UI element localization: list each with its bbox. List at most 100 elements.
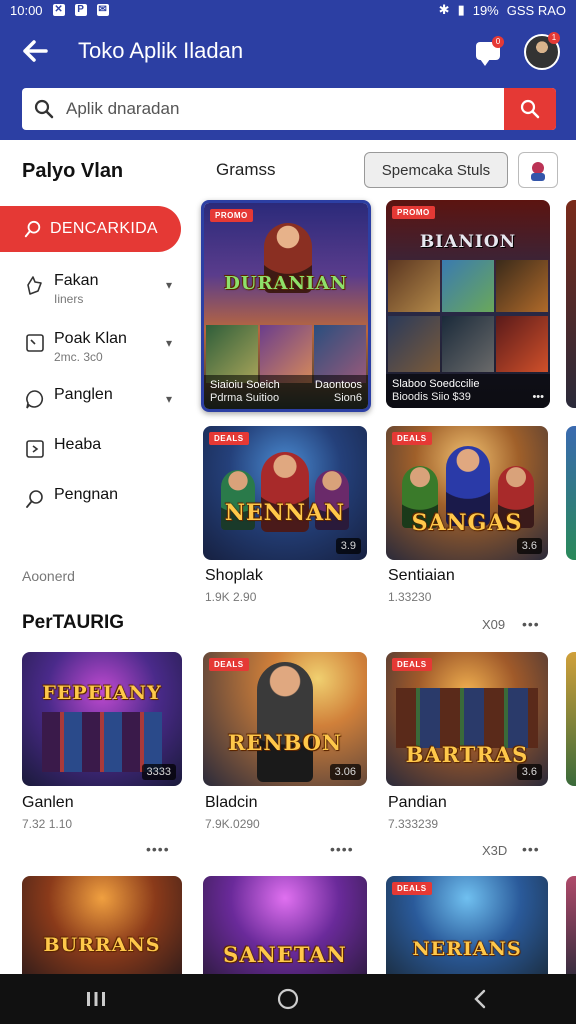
deals-badge: DEALS	[392, 658, 432, 671]
back-button[interactable]	[18, 36, 52, 66]
back-arrow-icon	[23, 40, 48, 62]
game-meta: 7.9K.0290	[205, 817, 260, 831]
game-logo-text: SANETAN	[223, 942, 347, 967]
avatar[interactable]: 1	[524, 32, 560, 70]
game-meta: 1.9K 2.90	[205, 590, 257, 604]
sidebar-item-label: Pengnan	[54, 486, 119, 503]
game-logo-text: SANGAS	[411, 510, 523, 536]
game-logo-text: BIANION	[419, 232, 517, 252]
sidebar-item-poak-klan[interactable]: Poak Klan 2mc. 3c0 ▾	[22, 330, 180, 374]
game-logo-text: RENBON	[227, 730, 343, 755]
rating-badge: 3.6	[516, 764, 542, 780]
sidebar-cta-button[interactable]: DENCARKIDA	[0, 206, 181, 252]
status-right: ✱ ▮ 19% GSS RAO	[439, 2, 566, 18]
game-card[interactable]: DEALS SANGAS 3.6	[386, 426, 548, 560]
sidebar-item-panglen[interactable]: Panglen ▾	[22, 386, 180, 430]
game-card-peek[interactable]	[566, 876, 576, 986]
game-card-peek[interactable]	[566, 426, 576, 560]
rating-badge: 3333	[141, 764, 176, 780]
game-logo-text: BURRANS	[43, 934, 161, 956]
game-logo-text: NENNAN	[224, 500, 346, 526]
filter-chip[interactable]: Spemcaka Stuls	[364, 152, 508, 188]
search-person-icon	[22, 486, 48, 512]
game-card[interactable]: DEALS RENBON 3.06	[203, 652, 367, 786]
search-icon	[22, 88, 66, 130]
featured-card[interactable]: PROMO DURANIAN Siaioiu Soeich Daontoos Pd…	[201, 200, 371, 412]
sidebar-cta-label: DENCARKIDA	[50, 220, 158, 237]
meta-line-2: Pdrma Suitioo	[210, 392, 280, 404]
game-card[interactable]: DEALS NERIANS	[386, 876, 548, 986]
sidebar-item-label: Panglen	[54, 386, 113, 403]
hand-icon	[22, 272, 48, 298]
game-art	[203, 876, 367, 986]
rating-badge: 3.6	[516, 538, 542, 554]
sidebar: Palyo Vlan DENCARKIDA Fakan Iiners ▾ Poak…	[0, 140, 192, 610]
card-extra: X3D	[482, 843, 508, 858]
chat-button[interactable]: 0	[474, 36, 504, 66]
system-nav-bar	[0, 974, 576, 1024]
home-button[interactable]	[258, 979, 318, 1019]
recents-button[interactable]	[66, 979, 126, 1019]
meta-right-2: Sion6	[333, 392, 362, 404]
app-notification-icon: P	[74, 4, 87, 16]
game-logo-text: NERIANS	[412, 938, 522, 960]
game-avatar-icon	[531, 162, 545, 181]
recents-icon	[87, 992, 105, 1006]
game-card[interactable]: DEALS NENNAN 3.9	[203, 426, 367, 560]
filter-row: Gramss Spemcaka Stuls	[192, 152, 576, 192]
document-icon	[22, 330, 48, 356]
promo-badge: PROMO	[210, 209, 253, 222]
game-meta: 7.32 1.10	[22, 817, 73, 831]
status-left: 10:00 ✕ P ✉	[10, 3, 109, 18]
meta-line-1: Siaioiu Soeich	[210, 379, 280, 391]
status-bar: 10:00 ✕ P ✉ ✱ ▮ 19% GSS RAO	[0, 0, 576, 20]
more-options-icon[interactable]: ••••	[330, 841, 354, 857]
more-options-icon[interactable]: •••	[532, 391, 544, 404]
meta-line-1: Slaboo Soedccilie	[392, 378, 480, 390]
game-title: Pandian	[388, 794, 447, 811]
app-root: 10:00 ✕ P ✉ ✱ ▮ 19% GSS RAO Toko Aplik I…	[0, 0, 576, 1024]
deals-badge: DEALS	[392, 432, 432, 445]
game-title: Bladcin	[205, 794, 258, 811]
sidebar-footer: Aoonerd	[22, 568, 75, 584]
game-logo-text: FEPEIANY	[42, 682, 162, 704]
chat-bubble-icon	[22, 386, 48, 412]
game-title: Shoplak	[205, 567, 263, 584]
search-bar	[22, 88, 556, 130]
meta-right-1: Daontoos	[314, 379, 362, 391]
sidebar-item-label: Poak Klan	[54, 330, 127, 347]
featured-card[interactable]: PROMO BIANION Slaboo Soedccilie Bioodis …	[386, 200, 550, 408]
game-meta: 7.333239	[388, 817, 439, 831]
signal-icon: ▮	[457, 2, 465, 17]
more-options-icon[interactable]: •••	[522, 841, 540, 857]
section-more-link[interactable]: X09	[482, 617, 505, 632]
featured-card-peek[interactable]	[566, 200, 576, 408]
sidebar-item-label: Fakan	[54, 272, 99, 289]
deals-badge: DEALS	[392, 882, 432, 895]
tab-games[interactable]: Gramss	[216, 160, 276, 180]
page-title: Toko Aplik Iladan	[78, 38, 244, 63]
sidebar-item-heaba[interactable]: Heaba	[22, 436, 180, 480]
more-options-icon[interactable]: •••	[522, 616, 540, 632]
more-options-icon[interactable]: ••••	[146, 841, 170, 857]
chevron-down-icon: ▾	[165, 392, 172, 406]
chevron-down-icon: ▾	[165, 278, 172, 292]
back-nav-button[interactable]	[450, 979, 510, 1019]
game-card-peek[interactable]	[566, 652, 576, 786]
game-meta: 1.33230	[388, 590, 432, 604]
game-card[interactable]: BURRANS	[22, 876, 182, 986]
sidebar-item-label: Heaba	[54, 436, 102, 453]
game-title: Ganlen	[22, 794, 74, 811]
rating-badge: 3.9	[335, 538, 361, 554]
game-card[interactable]: FEPEIANY 3333	[22, 652, 182, 786]
sidebar-item-pengnan[interactable]: Pengnan	[22, 486, 180, 530]
search-input[interactable]	[66, 89, 504, 129]
game-card[interactable]: SANETAN	[203, 876, 367, 986]
card-meta: Slaboo Soedccilie Bioodis Siio $39 •••	[386, 374, 550, 408]
search-button[interactable]	[504, 88, 556, 130]
sidebar-item-fakan[interactable]: Fakan Iiners ▾	[22, 272, 180, 316]
avatar-badge: 1	[548, 32, 560, 44]
app-header: Toko Aplik Iladan 0 1	[0, 20, 576, 140]
game-card[interactable]: DEALS BARTRAS 3.6	[386, 652, 548, 786]
profile-chip[interactable]	[518, 152, 558, 188]
